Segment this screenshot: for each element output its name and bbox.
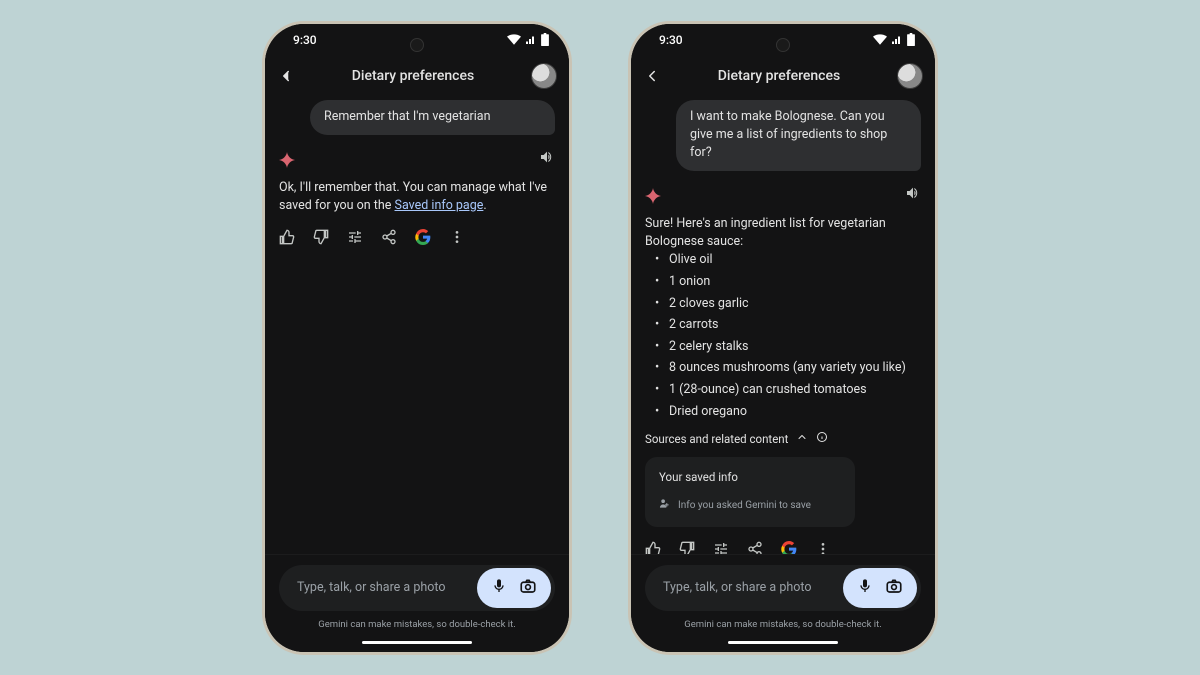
share-icon[interactable] [381,229,397,245]
speaker-icon[interactable] [905,185,921,207]
screen: 9:30 Dietary preferences I want to make … [631,24,935,652]
disclaimer-text: Gemini can make mistakes, so double-chec… [279,619,555,630]
card-subtitle-row: Info you asked Gemini to save [659,498,841,515]
phone-frame-right: 9:30 Dietary preferences I want to make … [628,21,938,655]
assistant-header [645,185,921,207]
saved-info-card[interactable]: Your saved info Info you asked Gemini to… [645,457,855,526]
status-time: 9:30 [293,33,317,47]
tune-icon[interactable] [347,229,363,245]
person-save-icon [659,498,670,515]
list-item: 1 onion [655,273,921,291]
thumbs-down-icon[interactable] [313,229,329,245]
gemini-spark-icon [645,188,661,204]
message-input[interactable]: Type, talk, or share a photo [279,565,555,611]
status-bar: 9:30 [631,24,935,56]
assistant-message: Ok, I'll remember that. You can manage w… [279,179,555,215]
status-bar: 9:30 [265,24,569,56]
card-subtitle: Info you asked Gemini to save [678,499,811,514]
assistant-message: Sure! Here's an ingredient list for vege… [645,215,921,421]
avatar[interactable] [531,63,557,89]
message-actions [645,537,921,554]
input-pill [477,568,551,608]
card-title: Your saved info [659,469,841,486]
info-icon [816,431,828,448]
wifi-icon [507,34,521,45]
camera-icon[interactable] [519,577,537,598]
google-icon[interactable] [781,541,797,554]
input-area: Type, talk, or share a photo Gemini can … [265,554,569,634]
thumbs-down-icon[interactable] [679,541,695,554]
battery-icon [541,33,549,46]
gemini-spark-icon [279,152,295,168]
sources-toggle[interactable]: Sources and related content [645,431,921,448]
page-title: Dietary preferences [669,68,889,84]
cell-signal-icon [525,34,537,45]
input-placeholder: Type, talk, or share a photo [297,580,477,595]
assistant-intro: Sure! Here's an ingredient list for vege… [645,215,921,251]
assistant-header [279,149,555,171]
phone-frame-left: 9:30 Dietary preferences Rem [262,21,572,655]
user-message: Remember that I'm vegetarian [310,100,555,135]
page-header: Dietary preferences [631,56,935,96]
page-title: Dietary preferences [303,68,523,84]
speaker-icon[interactable] [539,149,555,171]
list-item: 2 carrots [655,316,921,334]
input-area: Type, talk, or share a photo Gemini can … [631,554,935,634]
home-indicator [631,634,935,652]
status-time: 9:30 [659,33,683,47]
list-item: Olive oil [655,251,921,269]
camera-icon[interactable] [885,577,903,598]
mic-icon[interactable] [491,578,507,597]
assistant-text-post: . [483,198,486,213]
list-item: 2 cloves garlic [655,295,921,313]
wifi-icon [873,34,887,45]
message-input[interactable]: Type, talk, or share a photo [645,565,921,611]
google-icon[interactable] [415,229,431,245]
cell-signal-icon [891,34,903,45]
screen: 9:30 Dietary preferences Rem [265,24,569,652]
disclaimer-text: Gemini can make mistakes, so double-chec… [645,619,921,630]
input-placeholder: Type, talk, or share a photo [663,580,843,595]
share-icon[interactable] [747,541,763,554]
chevron-up-icon [796,431,808,448]
back-button[interactable] [277,67,295,85]
ingredient-list: Olive oil 1 onion 2 cloves garlic 2 carr… [645,251,921,421]
list-item: 1 (28-ounce) can crushed tomatoes [655,381,921,399]
chat-area: Remember that I'm vegetarian Ok, I'll re… [265,96,569,554]
page-header: Dietary preferences [265,56,569,96]
list-item: Dried oregano [655,403,921,421]
more-icon[interactable] [449,229,465,245]
input-pill [843,568,917,608]
status-icons [507,33,549,46]
home-indicator [265,634,569,652]
back-button[interactable] [643,67,661,85]
battery-icon [907,33,915,46]
message-actions [279,225,555,249]
thumbs-up-icon[interactable] [279,229,295,245]
status-icons [873,33,915,46]
list-item: 2 celery stalks [655,338,921,356]
list-item: 8 ounces mushrooms (any variety you like… [655,359,921,377]
sources-label: Sources and related content [645,431,788,448]
tune-icon[interactable] [713,541,729,554]
more-icon[interactable] [815,541,831,554]
mic-icon[interactable] [857,578,873,597]
saved-info-link[interactable]: Saved info page [395,198,484,213]
avatar[interactable] [897,63,923,89]
chat-area: I want to make Bolognese. Can you give m… [631,96,935,554]
thumbs-up-icon[interactable] [645,541,661,554]
user-message: I want to make Bolognese. Can you give m… [676,100,921,171]
